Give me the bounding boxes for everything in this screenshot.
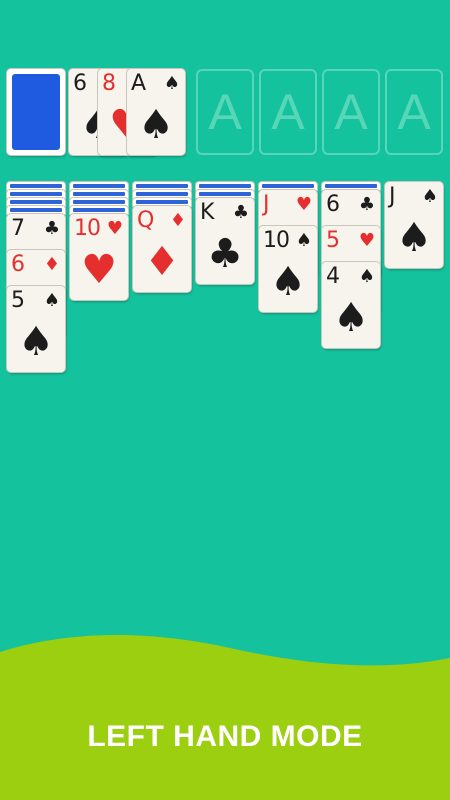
tableau-card[interactable]: J ♠ ♠ — [385, 182, 443, 268]
tableau-card[interactable]: 10 ♥ ♥ — [70, 214, 128, 300]
card-rank: 7 — [11, 216, 25, 241]
facedown-card — [196, 182, 254, 190]
card-rank: 4 — [326, 264, 340, 289]
card-rank: J — [263, 192, 269, 217]
tableau-card[interactable]: 5 ♠ ♠ — [7, 286, 65, 372]
card-center-suit-icon: ♦ — [144, 239, 180, 285]
foundation-slot[interactable]: A — [385, 69, 443, 155]
card-suit-icon: ♦ — [169, 210, 186, 231]
facedown-card — [133, 182, 191, 190]
card-center-suit-icon: ♣ — [207, 231, 243, 277]
card-suit-icon: ♥ — [358, 230, 375, 251]
card-suit-icon: ♣ — [232, 202, 249, 223]
card-suit-icon: ♠ — [163, 73, 180, 94]
card-suit-icon: ♥ — [106, 218, 123, 239]
facedown-card — [70, 198, 128, 206]
tableau-card[interactable]: 4 ♠ ♠ — [322, 262, 380, 348]
facedown-card — [70, 190, 128, 198]
facedown-card — [70, 206, 128, 214]
facedown-card — [196, 190, 254, 198]
card-center-suit-icon: ♠ — [138, 102, 174, 148]
facedown-card — [7, 190, 65, 198]
card-suit-icon: ♦ — [43, 254, 60, 275]
card-rank: K — [200, 200, 214, 225]
facedown-card — [133, 190, 191, 198]
card-rank: 5 — [11, 288, 25, 313]
card-suit-icon: ♠ — [421, 186, 438, 207]
card-suit-icon: ♣ — [358, 194, 375, 215]
card-suit-icon: ♣ — [43, 218, 60, 239]
card-suit-icon: ♥ — [295, 194, 312, 215]
facedown-card — [7, 206, 65, 214]
card-rank: A — [131, 71, 146, 96]
card-rank: J — [389, 184, 395, 209]
facedown-card — [7, 182, 65, 190]
facedown-card — [322, 182, 380, 190]
card-suit-icon: ♠ — [358, 266, 375, 287]
waste-card[interactable]: A ♠ ♠ — [127, 69, 185, 155]
card-rank: 10 — [74, 216, 101, 241]
foundation-slot[interactable]: A — [196, 69, 254, 155]
facedown-card — [7, 198, 65, 206]
left-hand-mode-label: LEFT HAND MODE — [87, 720, 363, 753]
tableau-card[interactable]: 10 ♠ ♠ — [259, 226, 317, 312]
card-rank: 8 — [102, 71, 116, 96]
card-center-suit-icon: ♥ — [81, 247, 117, 293]
card-rank: 10 — [263, 228, 290, 253]
card-center-suit-icon: ♠ — [270, 259, 306, 305]
foundation-slot[interactable]: A — [322, 69, 380, 155]
card-rank: 6 — [73, 71, 87, 96]
card-rank: 6 — [326, 192, 340, 217]
stock-pile[interactable] — [7, 69, 65, 155]
bottom-wave — [0, 634, 450, 800]
tableau-card[interactable]: K ♣ ♣ — [196, 198, 254, 284]
facedown-card — [70, 182, 128, 190]
card-rank: Q — [137, 208, 154, 233]
facedown-card — [133, 198, 191, 206]
card-center-suit-icon: ♠ — [396, 215, 432, 261]
card-center-suit-icon: ♠ — [333, 295, 369, 341]
card-rank: 5 — [326, 228, 340, 253]
foundation-slot[interactable]: A — [259, 69, 317, 155]
card-suit-icon: ♠ — [43, 290, 60, 311]
card-center-suit-icon: ♠ — [18, 319, 54, 365]
card-suit-icon: ♠ — [295, 230, 312, 251]
facedown-card — [259, 182, 317, 190]
tableau-card[interactable]: Q ♦ ♦ — [133, 206, 191, 292]
card-rank: 6 — [11, 252, 25, 277]
